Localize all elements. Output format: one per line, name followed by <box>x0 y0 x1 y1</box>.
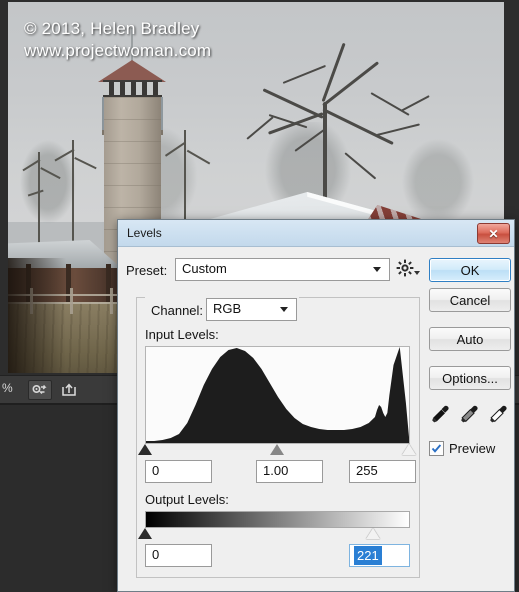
copyright-watermark: © 2013, Helen Bradley www.projectwoman.c… <box>24 18 211 62</box>
output-levels-label: Output Levels: <box>145 492 229 507</box>
output-white-value: 221 <box>354 546 382 565</box>
input-gamma-slider[interactable] <box>270 444 284 455</box>
input-gamma-field[interactable]: 1.00 <box>256 460 323 483</box>
auto-button[interactable]: Auto <box>429 327 511 351</box>
gear-menu-caret-icon[interactable] <box>414 271 420 275</box>
histogram <box>145 346 410 444</box>
fence-post <box>110 288 113 314</box>
output-black-point-slider[interactable] <box>138 528 152 539</box>
share-arrow-glyph <box>62 383 76 396</box>
checkmark-icon <box>431 444 442 453</box>
preset-dropdown[interactable]: Custom <box>175 258 390 281</box>
ok-button[interactable]: OK <box>429 258 511 282</box>
output-levels-gradient <box>145 511 410 528</box>
input-white-point-slider[interactable] <box>402 444 416 455</box>
zoom-percent-label: % <box>2 381 13 395</box>
watermark-line-2: www.projectwoman.com <box>24 41 212 60</box>
silo-vent-slots <box>103 82 162 95</box>
set-gray-point-eyedropper-icon[interactable] <box>458 403 480 425</box>
input-black-point-slider[interactable] <box>138 444 152 455</box>
eyedropper-glyph <box>461 405 478 423</box>
set-white-point-eyedropper-icon[interactable] <box>487 403 509 425</box>
options-button[interactable]: Options... <box>429 366 511 390</box>
eyedropper-glyph <box>432 405 449 423</box>
close-icon[interactable]: ✕ <box>477 223 510 244</box>
levels-dialog: Levels ✕ Preset: Custom Channel: RGB Inp… <box>117 219 515 592</box>
output-white-point-slider[interactable] <box>366 528 380 539</box>
preset-value: Custom <box>182 261 227 276</box>
fence-post <box>70 288 73 314</box>
shadow-vignette-left <box>8 258 66 373</box>
channel-label: Channel: <box>148 303 207 318</box>
channel-dropdown[interactable]: RGB <box>206 298 297 321</box>
gear-icon[interactable] <box>396 259 416 277</box>
input-levels-label: Input Levels: <box>145 327 219 342</box>
dialog-body: Preset: Custom Channel: RGB Input Levels… <box>118 247 514 591</box>
input-white-field[interactable]: 255 <box>349 460 416 483</box>
output-black-field[interactable]: 0 <box>145 544 212 567</box>
input-levels-slider-track[interactable] <box>138 443 416 456</box>
preset-label: Preset: <box>126 263 168 278</box>
output-levels-slider-track[interactable] <box>138 527 408 540</box>
watermark-line-1: © 2013, Helen Bradley <box>24 19 200 38</box>
gear-glyph <box>396 259 414 277</box>
channel-value: RGB <box>213 301 242 316</box>
dialog-title: Levels <box>127 226 162 240</box>
input-black-field[interactable]: 0 <box>145 460 212 483</box>
set-black-point-eyedropper-icon[interactable] <box>429 403 451 425</box>
cancel-button[interactable]: Cancel <box>429 288 511 312</box>
dialog-titlebar[interactable]: Levels ✕ <box>118 220 514 247</box>
chevron-down-icon <box>373 267 381 272</box>
preview-label: Preview <box>449 441 496 456</box>
gears-sync-glyph <box>32 384 47 395</box>
gears-sync-icon[interactable] <box>28 380 52 400</box>
eyedropper-glyph <box>490 405 507 423</box>
histogram-plot <box>146 347 409 443</box>
silo-roof <box>98 60 166 82</box>
preview-checkbox[interactable] <box>429 441 444 456</box>
output-white-field[interactable]: 221 <box>349 544 410 567</box>
preview-checkbox-row[interactable]: Preview <box>429 441 495 456</box>
share-arrow-icon[interactable] <box>57 380 81 400</box>
eyedropper-tool-group <box>429 403 509 427</box>
chevron-down-icon <box>280 307 288 312</box>
